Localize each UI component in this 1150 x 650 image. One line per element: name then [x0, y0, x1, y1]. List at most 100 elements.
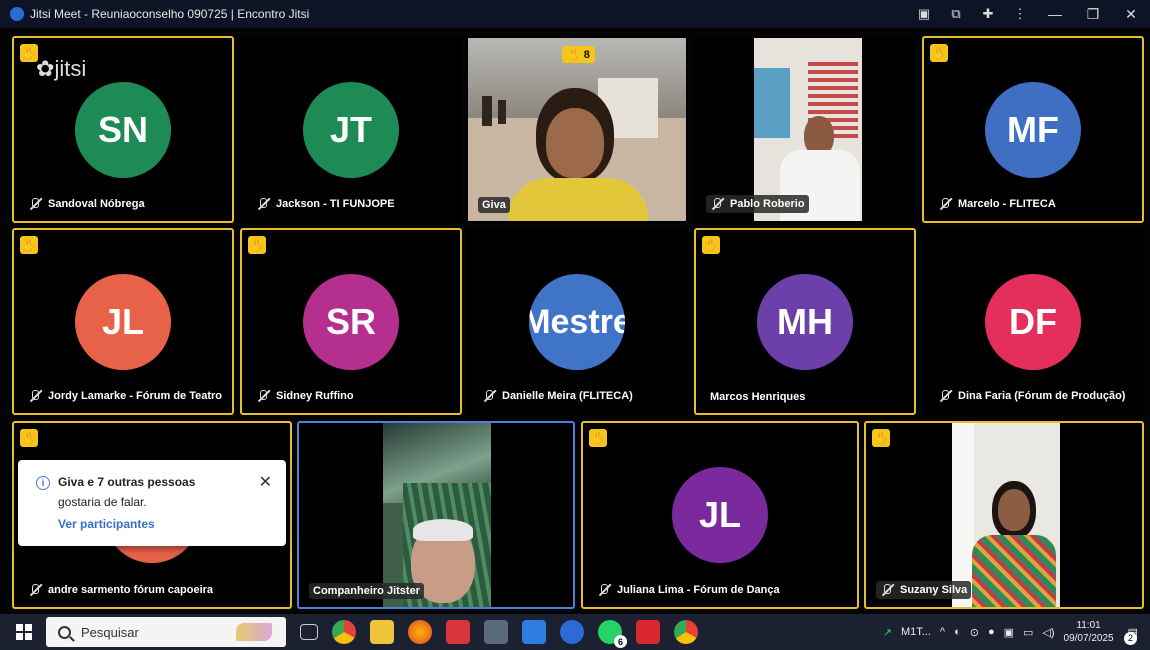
participant-name: Companheiro Jitster [309, 583, 424, 599]
avatar: SN [75, 82, 171, 178]
raised-hand-icon: ✋ [20, 429, 38, 447]
acrobat-icon[interactable] [636, 620, 660, 644]
name-label: Pablo Roberio [730, 198, 805, 210]
mic-muted-icon [880, 583, 894, 597]
name-label: Suzany Silva [900, 584, 968, 596]
participant-tile[interactable]: ✋ JL Juliana Lima - Fórum de Dança [581, 421, 859, 609]
chrome-icon[interactable] [332, 620, 356, 644]
jitsi-logo-text: jitsi [54, 56, 87, 81]
notifications-badge: 2 [1124, 631, 1137, 645]
share-icon[interactable]: ⧉ [940, 0, 972, 28]
meet-icon[interactable]: ⊙ [970, 626, 979, 639]
participant-tile-video[interactable]: Companheiro Jitster [297, 421, 575, 609]
participant-tile[interactable]: ✋ SR Sidney Ruffino [240, 228, 462, 415]
raised-hands-notification: i Giva e 7 outras pessoas gostaria de fa… [18, 460, 286, 546]
name-label: Danielle Meira (FLITECA) [502, 390, 633, 402]
notification-message: gostaria de falar. [58, 495, 147, 509]
file-explorer-icon[interactable] [370, 620, 394, 644]
participant-tile[interactable]: DF Dina Faria (Fórum de Produção) [922, 228, 1144, 415]
participant-tile[interactable]: ✋ MF Marcelo - FLITECA [922, 36, 1144, 223]
participant-name: Pablo Roberio [706, 195, 809, 213]
chevron-up-icon[interactable]: ^ [940, 626, 945, 638]
task-view-icon[interactable] [300, 624, 318, 640]
raised-hand-icon: ✋ [20, 236, 38, 254]
more-icon[interactable]: ⋮ [1004, 0, 1036, 28]
participant-name: Marcos Henriques [706, 389, 809, 405]
avatar: DF [985, 274, 1081, 370]
participant-tile[interactable]: ✋ ✿jitsi SN Sandoval Nóbrega [12, 36, 234, 223]
avatar: JL [75, 274, 171, 370]
name-label: Marcos Henriques [710, 391, 806, 403]
windows-start-icon[interactable] [16, 624, 32, 640]
avatar: Mestre [529, 274, 625, 370]
close-notification-button[interactable]: ✕ [259, 472, 272, 492]
participant-name: andre sarmento fórum capoeira [24, 581, 217, 599]
taskbar-clock[interactable]: 11:01 09/07/2025 [1064, 619, 1114, 645]
avatar: JT [303, 82, 399, 178]
stock-label[interactable]: M1T... [901, 626, 931, 638]
close-button[interactable]: ✕ [1112, 0, 1150, 28]
participant-tile[interactable]: ✋ JL Jordy Lamarke - Fórum de Teatro [12, 228, 234, 415]
participant-tile-video[interactable]: ✋ Suzany Silva [864, 421, 1144, 609]
microphone-icon[interactable]: ● [988, 626, 995, 638]
avatar: SR [303, 274, 399, 370]
jitsi-logo: ✿jitsi [36, 56, 87, 81]
mic-muted-icon [256, 197, 270, 211]
name-label: Jordy Lamarke - Fórum de Teatro [48, 390, 223, 402]
view-participants-link[interactable]: Ver participantes [58, 517, 155, 531]
participant-name: Jackson - TI FUNJOPE [252, 195, 399, 213]
participant-tile[interactable]: Mestre Danielle Meira (FLITECA) [466, 228, 688, 415]
notifications-icon[interactable]: ▤2 [1124, 626, 1138, 645]
window-title-bar: Jitsi Meet - Reuniaoconselho 090725 | En… [0, 0, 1150, 28]
participant-name: Juliana Lima - Fórum de Dança [593, 581, 784, 599]
participant-tile-video[interactable]: ✋ 8 Giva [466, 36, 688, 223]
restore-button[interactable]: ❐ [1074, 0, 1112, 28]
participant-name: Dina Faria (Fórum de Produção) [934, 387, 1129, 405]
raised-hand-icon: ✋ [248, 236, 266, 254]
search-highlight-image [236, 623, 272, 641]
extension-icon[interactable]: ✚ [972, 0, 1004, 28]
mic-muted-icon [938, 389, 952, 403]
screen-icon[interactable]: ▣ [1004, 626, 1014, 639]
participant-name: Giva [478, 197, 510, 213]
jitsi-icon[interactable] [560, 620, 584, 644]
clock-time: 11:01 [1076, 620, 1101, 631]
app-red-icon[interactable] [446, 620, 470, 644]
whatsapp-icon[interactable]: 6 [598, 620, 627, 648]
video-feed [383, 423, 491, 607]
avatar: MH [757, 274, 853, 370]
volume-icon[interactable]: ◁) [1042, 626, 1054, 639]
participant-name: Jordy Lamarke - Fórum de Teatro [24, 387, 226, 405]
participant-tile[interactable]: ✋ MH Marcos Henriques [694, 228, 916, 415]
jitsi-app-icon [10, 7, 24, 21]
system-tray: ↗ M1T... ^ ◐ ⊙ ● ▣ ▭ ◁) 11:01 09/07/2025… [883, 614, 1150, 650]
name-label: Dina Faria (Fórum de Produção) [958, 390, 1126, 402]
app-blue-icon[interactable] [522, 620, 546, 644]
participant-name: Danielle Meira (FLITECA) [478, 387, 637, 405]
chrome-icon[interactable] [674, 620, 698, 644]
name-label: Juliana Lima - Fórum de Dança [617, 584, 780, 596]
window-title: Jitsi Meet - Reuniaoconselho 090725 | En… [30, 7, 310, 21]
calculator-icon[interactable] [484, 620, 508, 644]
info-icon: i [36, 476, 50, 490]
name-label: Sidney Ruffino [276, 390, 354, 402]
camera-icon[interactable]: ▣ [908, 0, 940, 28]
network-icon[interactable]: ◐ [954, 626, 961, 638]
name-label: Giva [482, 199, 506, 211]
avatar: MF [985, 82, 1081, 178]
participant-name: Suzany Silva [876, 581, 972, 599]
name-label: andre sarmento fórum capoeira [48, 584, 214, 596]
mic-muted-icon [597, 583, 611, 597]
avatar: JL [672, 467, 768, 563]
name-label: Jackson - TI FUNJOPE [276, 198, 395, 210]
search-placeholder: Pesquisar [81, 624, 139, 640]
taskbar-search[interactable]: Pesquisar [46, 617, 286, 647]
participant-tile-video[interactable]: Pablo Roberio [694, 36, 916, 223]
participant-tile[interactable]: JT Jackson - TI FUNJOPE [240, 36, 462, 223]
battery-icon[interactable]: ▭ [1023, 626, 1033, 639]
stock-trend-icon[interactable]: ↗ [883, 626, 892, 639]
minimize-button[interactable]: — [1036, 0, 1074, 28]
raised-hand-icon: ✋ [872, 429, 890, 447]
mic-muted-icon [256, 389, 270, 403]
firefox-icon[interactable] [408, 620, 432, 644]
